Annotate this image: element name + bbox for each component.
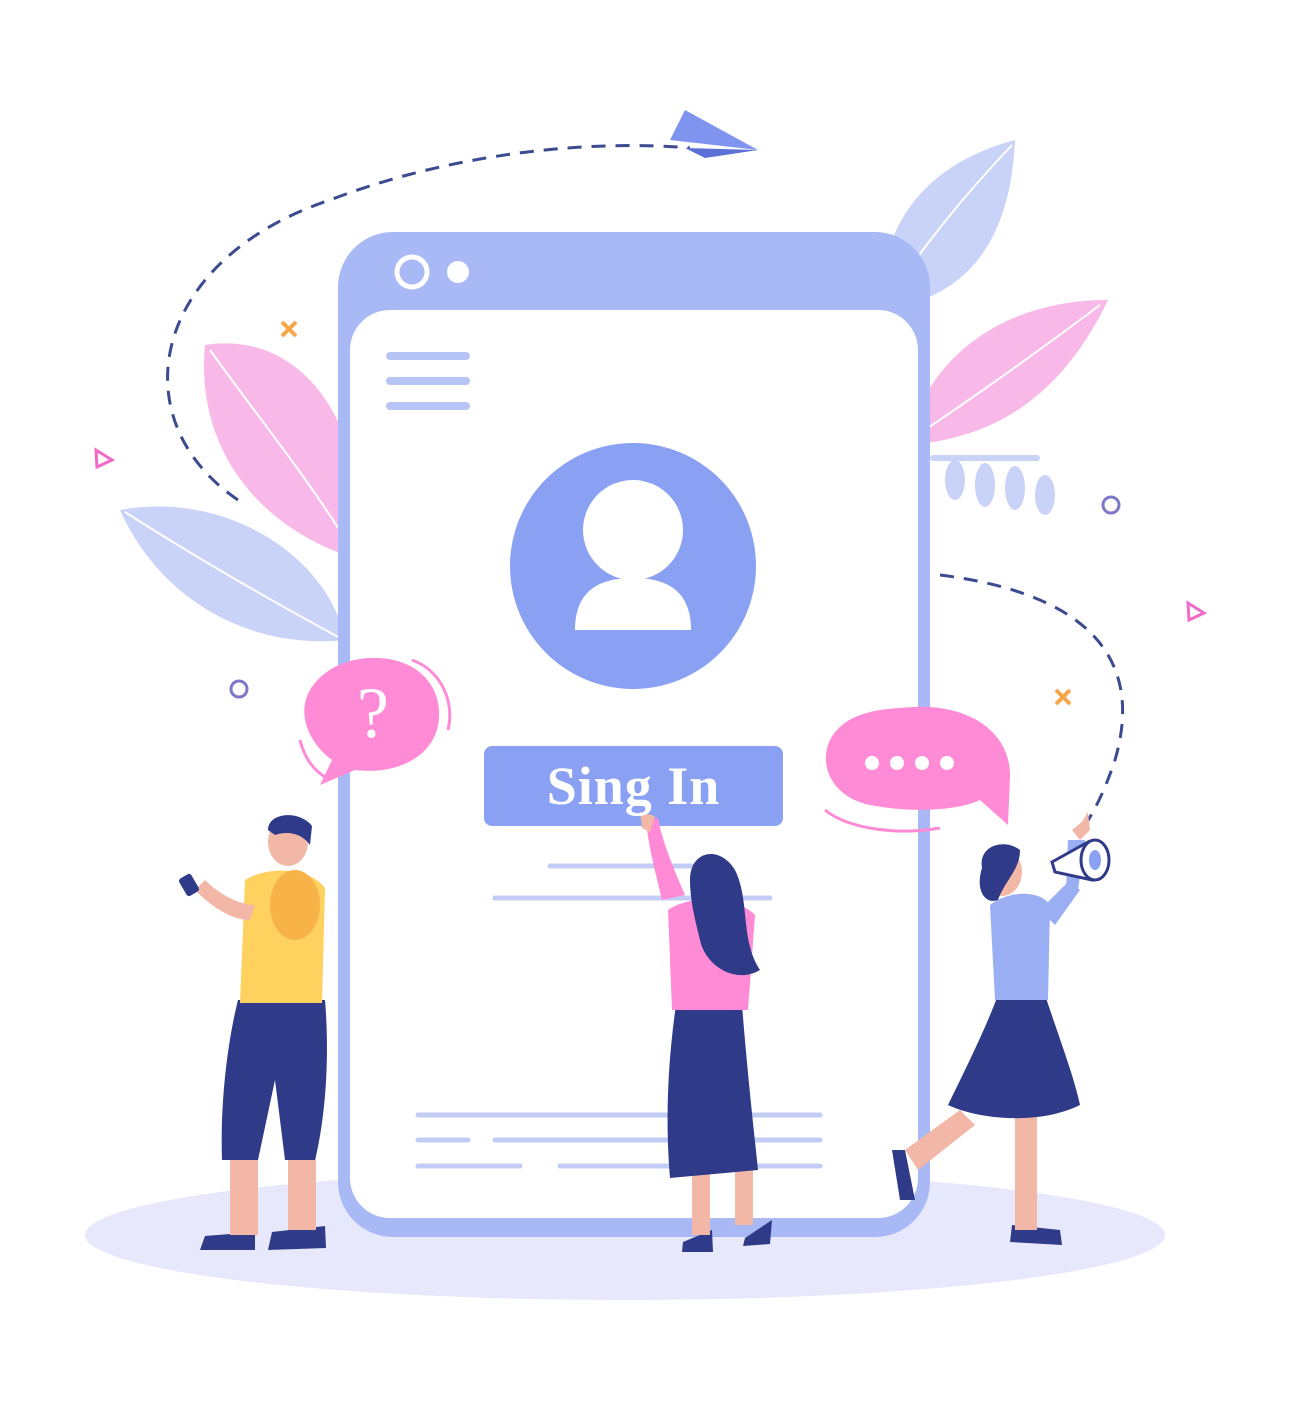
paper-plane-icon xyxy=(670,110,758,158)
decor-ring-1 xyxy=(229,679,249,699)
decor-ring-2 xyxy=(1101,495,1121,515)
man-with-phone xyxy=(179,815,327,1250)
phone-camera-dot xyxy=(447,261,469,283)
decor-cross-1 xyxy=(280,320,298,338)
illustration: Sing In ? xyxy=(0,0,1292,1407)
leaf-pink-right xyxy=(905,300,1108,445)
megaphone-icon xyxy=(1050,838,1111,882)
signin-button-bg xyxy=(484,746,783,826)
decor-triangle-1 xyxy=(94,447,116,470)
illustration-canvas xyxy=(85,110,1208,1300)
user-avatar-icon xyxy=(510,443,756,689)
decor-cross-2 xyxy=(1054,688,1072,706)
fern-sprig xyxy=(930,455,1055,515)
decor-triangle-2 xyxy=(1186,600,1208,623)
